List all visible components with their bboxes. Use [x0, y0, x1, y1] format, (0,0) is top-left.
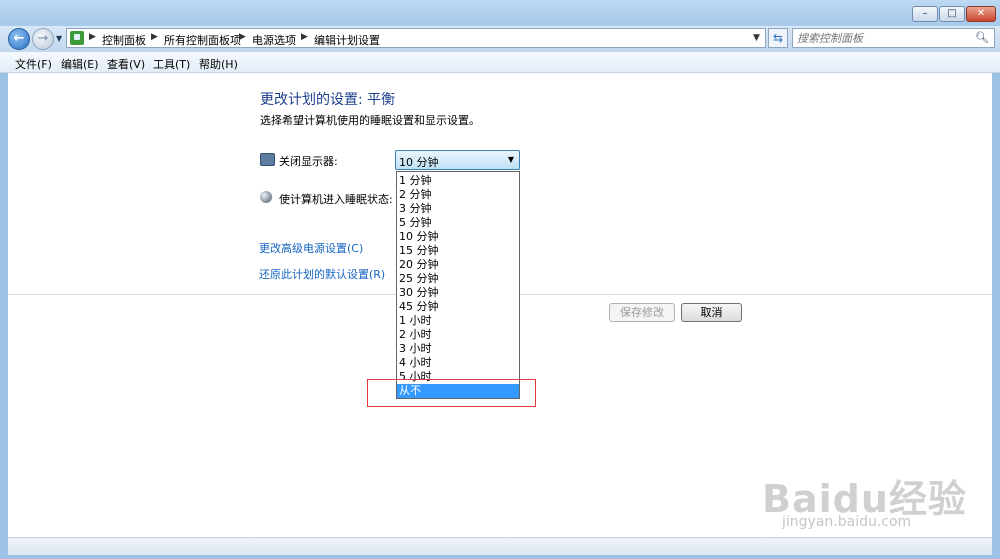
page-subtitle: 选择希望计算机使用的睡眠设置和显示设置。	[260, 114, 480, 127]
back-button[interactable]: ←	[8, 28, 30, 50]
page-title: 更改计划的设置: 平衡	[260, 92, 396, 108]
baidu-watermark: Baidu经验 jingyan.baidu.com	[762, 468, 992, 538]
status-bar	[8, 537, 992, 555]
close-icon: ✕	[976, 8, 986, 19]
display-off-label: 关闭显示器:	[279, 155, 338, 168]
forward-button[interactable]: →	[32, 28, 54, 50]
chevron-down-icon: ▼	[507, 155, 514, 164]
refresh-button[interactable]: ⇆	[768, 28, 788, 48]
watermark-url: jingyan.baidu.com	[782, 514, 912, 530]
search-input[interactable]	[797, 30, 973, 46]
address-history-dropdown-icon[interactable]: ▼	[753, 33, 760, 43]
menu-bar: 文件(F) 编辑(E) 查看(V) 工具(T) 帮助(H)	[0, 52, 1000, 73]
advanced-power-settings-link[interactable]: 更改高级电源设置(C)	[259, 240, 363, 256]
menu-view[interactable]: 查看(V)	[107, 56, 145, 72]
save-changes-button[interactable]: 保存修改	[609, 303, 675, 322]
minimize-button[interactable]: –	[912, 6, 938, 22]
dropdown-option[interactable]: 5 分钟	[397, 216, 519, 230]
display-off-dropdown-list: 1 分钟 2 分钟 3 分钟 5 分钟 10 分钟 15 分钟 20 分钟 25 分钟 30 分…	[396, 171, 520, 399]
minimize-icon: –	[922, 8, 928, 19]
arrow-right-icon: →	[37, 31, 49, 46]
navigation-bar: ← → ▼ ▶ 控制面板 ▶ 所有控制面板项 ▶ 电源选项 ▶ 编辑计划设置 ▼…	[0, 26, 1000, 52]
dropdown-option[interactable]: 45 分钟	[397, 300, 519, 314]
menu-file[interactable]: 文件(F)	[15, 56, 52, 72]
search-box[interactable]: 🔍︎	[792, 28, 995, 48]
breadcrumb-edit-plan[interactable]: 编辑计划设置	[314, 32, 380, 48]
breadcrumb-all-items[interactable]: 所有控制面板项	[164, 32, 241, 48]
window-titlebar: – □ ✕	[0, 0, 1000, 26]
recent-pages-dropdown[interactable]: ▼	[56, 34, 62, 43]
dropdown-option[interactable]: 2 分钟	[397, 188, 519, 202]
dropdown-option[interactable]: 25 分钟	[397, 272, 519, 286]
sleep-icon	[260, 191, 272, 203]
menu-tools[interactable]: 工具(T)	[153, 56, 190, 72]
breadcrumb-control-panel[interactable]: 控制面板	[102, 32, 146, 48]
dropdown-option[interactable]: 10 分钟	[397, 230, 519, 244]
dropdown-option[interactable]: 3 分钟	[397, 202, 519, 216]
breadcrumb-separator-icon[interactable]: ▶	[89, 32, 96, 42]
dropdown-option[interactable]: 30 分钟	[397, 286, 519, 300]
breadcrumb-separator-icon[interactable]: ▶	[151, 32, 158, 42]
close-button[interactable]: ✕	[966, 6, 996, 22]
annotation-highlight-box	[367, 379, 536, 407]
search-icon[interactable]: 🔍︎	[975, 31, 989, 44]
menu-help[interactable]: 帮助(H)	[199, 56, 238, 72]
cancel-button[interactable]: 取消	[681, 303, 742, 322]
refresh-icon: ⇆	[772, 31, 784, 45]
maximize-icon: □	[947, 8, 957, 19]
dropdown-option[interactable]: 3 小时	[397, 342, 519, 356]
menu-edit[interactable]: 编辑(E)	[61, 56, 99, 72]
dropdown-option[interactable]: 2 小时	[397, 328, 519, 342]
arrow-left-icon: ←	[13, 31, 25, 46]
address-bar[interactable]: ▶ 控制面板 ▶ 所有控制面板项 ▶ 电源选项 ▶ 编辑计划设置 ▼	[66, 28, 766, 48]
breadcrumb-separator-icon[interactable]: ▶	[239, 32, 246, 42]
dropdown-option[interactable]: 1 小时	[397, 314, 519, 328]
breadcrumb-power-options[interactable]: 电源选项	[252, 32, 296, 48]
monitor-icon	[260, 153, 275, 166]
restore-defaults-link[interactable]: 还原此计划的默认设置(R)	[259, 266, 385, 282]
dropdown-option[interactable]: 1 分钟	[397, 174, 519, 188]
display-off-selected-value: 10 分钟	[399, 156, 439, 169]
dropdown-option[interactable]: 4 小时	[397, 356, 519, 370]
dropdown-option[interactable]: 20 分钟	[397, 258, 519, 272]
control-panel-icon	[70, 31, 84, 45]
breadcrumb-separator-icon[interactable]: ▶	[301, 32, 308, 42]
maximize-button[interactable]: □	[939, 6, 965, 22]
dropdown-option[interactable]: 15 分钟	[397, 244, 519, 258]
sleep-label: 使计算机进入睡眠状态:	[279, 193, 393, 206]
display-off-select[interactable]: 10 分钟 ▼	[395, 150, 520, 170]
